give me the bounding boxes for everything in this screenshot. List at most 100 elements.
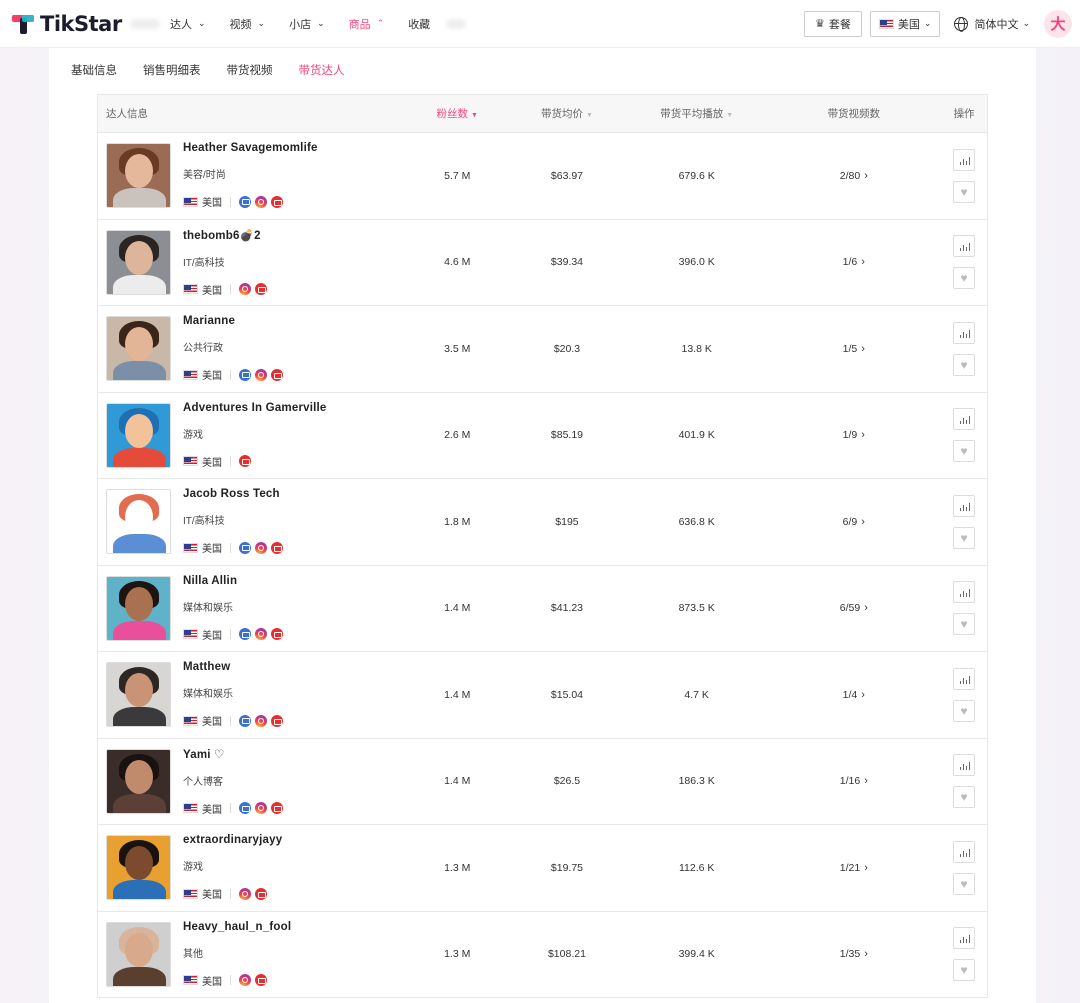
video-count[interactable]: 6/9 › xyxy=(767,516,942,528)
creators-card: 达人信息 粉丝数 ▼ 带货均价 ▼ 带货平均播放 ▼ 带货视频数 操作 Heather… xyxy=(49,92,1036,1003)
chart-icon xyxy=(959,155,971,165)
video-count[interactable]: 6/59 › xyxy=(767,602,942,614)
video-count[interactable]: 1/9 › xyxy=(767,429,942,441)
header-plays-sort[interactable]: 带货平均播放 ▼ xyxy=(627,106,767,121)
favorite-button[interactable]: ♥ xyxy=(953,872,976,895)
favorite-button[interactable]: ♥ xyxy=(953,440,976,463)
analytics-button[interactable] xyxy=(953,235,976,258)
video-count[interactable]: 1/21 › xyxy=(767,862,942,874)
nav-item-1[interactable]: 视频 ⌄ xyxy=(230,16,266,32)
youtube-icon[interactable] xyxy=(271,195,283,208)
creator-name[interactable]: Jacob Ross Tech xyxy=(183,488,287,500)
creator-avatar[interactable] xyxy=(106,835,171,901)
nav-item-0[interactable]: 达人 ⌄ xyxy=(170,16,206,32)
instagram-icon[interactable] xyxy=(255,368,267,381)
language-select[interactable]: 简体中文 ⌄ xyxy=(954,16,1030,32)
analytics-button[interactable] xyxy=(953,927,976,950)
favorite-button[interactable]: ♥ xyxy=(953,613,976,636)
region-select[interactable]: 美国 ⌄ xyxy=(869,10,941,37)
creator-avatar[interactable] xyxy=(106,748,171,814)
creator-avatar[interactable] xyxy=(106,662,171,728)
video-count[interactable]: 1/6 › xyxy=(767,256,942,268)
subtab-2[interactable]: 带货视频 xyxy=(227,62,273,78)
creator-avatar[interactable] xyxy=(106,316,171,382)
video-count-value: 1/5 xyxy=(842,342,858,355)
creator-name[interactable]: Yami ♡ xyxy=(183,747,287,761)
nav-item-label: 视频 xyxy=(229,18,252,31)
email-icon[interactable] xyxy=(239,628,251,641)
creator-avatar[interactable] xyxy=(106,489,171,555)
nav-item-3[interactable]: 商品 ⌃ xyxy=(349,16,385,32)
analytics-button[interactable] xyxy=(953,494,976,517)
instagram-icon[interactable] xyxy=(239,974,251,987)
favorite-button[interactable]: ♥ xyxy=(953,959,976,982)
creator-avatar[interactable] xyxy=(106,143,171,209)
creator-name[interactable]: Heather Savagemomlife xyxy=(183,142,318,154)
email-icon[interactable] xyxy=(239,368,251,381)
creator-country-socials: 美国 xyxy=(183,367,287,382)
creator-avatar[interactable] xyxy=(106,921,171,987)
video-count[interactable]: 1/4 › xyxy=(767,689,942,701)
plan-button[interactable]: ♛ 套餐 xyxy=(804,10,862,37)
analytics-button[interactable] xyxy=(953,840,976,863)
youtube-icon[interactable] xyxy=(255,887,267,900)
youtube-icon[interactable] xyxy=(271,628,283,641)
heart-icon: ♥ xyxy=(960,357,968,372)
youtube-icon[interactable] xyxy=(271,368,283,381)
creator-name[interactable]: Nilla Allin xyxy=(183,575,287,587)
youtube-icon[interactable] xyxy=(239,455,251,468)
email-icon[interactable] xyxy=(239,714,251,727)
header-price-sort[interactable]: 带货均价 ▼ xyxy=(507,106,627,121)
favorite-button[interactable]: ♥ xyxy=(953,526,976,549)
favorite-button[interactable]: ♥ xyxy=(953,786,976,809)
video-count[interactable]: 1/5 › xyxy=(767,343,942,355)
nav-item-4[interactable]: 收藏 xyxy=(408,16,430,32)
instagram-icon[interactable] xyxy=(255,628,267,641)
youtube-icon[interactable] xyxy=(255,283,267,296)
email-icon[interactable] xyxy=(239,195,251,208)
youtube-icon[interactable] xyxy=(255,974,267,987)
creator-name[interactable]: extraordinaryjayy xyxy=(183,834,282,846)
analytics-button[interactable] xyxy=(953,581,976,604)
favorite-button[interactable]: ♥ xyxy=(953,699,976,722)
instagram-icon[interactable] xyxy=(255,802,267,815)
creator-name[interactable]: Matthew xyxy=(183,661,287,673)
video-count[interactable]: 1/35 › xyxy=(767,948,942,960)
creator-name[interactable]: Marianne xyxy=(183,315,287,327)
email-icon[interactable] xyxy=(239,541,251,554)
youtube-icon[interactable] xyxy=(271,541,283,554)
subtab-3[interactable]: 带货达人 xyxy=(299,62,345,78)
creator-avatar[interactable] xyxy=(106,575,171,641)
subtab-0[interactable]: 基础信息 xyxy=(71,62,117,78)
video-count[interactable]: 1/16 › xyxy=(767,775,942,787)
youtube-icon[interactable] xyxy=(271,802,283,815)
video-count[interactable]: 2/80 › xyxy=(767,170,942,182)
creator-avatar[interactable] xyxy=(106,229,171,295)
creator-name[interactable]: thebomb6💣2 xyxy=(183,228,271,242)
instagram-icon[interactable] xyxy=(239,887,251,900)
subtab-1[interactable]: 销售明细表 xyxy=(143,62,201,78)
favorite-button[interactable]: ♥ xyxy=(953,267,976,290)
youtube-icon[interactable] xyxy=(271,714,283,727)
analytics-button[interactable] xyxy=(953,408,976,431)
blurred-text xyxy=(446,18,467,29)
user-avatar[interactable]: 大 xyxy=(1044,9,1072,38)
creator-info: Marianne 公共行政 美国 xyxy=(98,315,407,382)
instagram-icon[interactable] xyxy=(239,283,251,296)
analytics-button[interactable] xyxy=(953,148,976,171)
instagram-icon[interactable] xyxy=(255,714,267,727)
analytics-button[interactable] xyxy=(953,754,976,777)
nav-item-2[interactable]: 小店 ⌄ xyxy=(289,16,325,32)
instagram-icon[interactable] xyxy=(255,541,267,554)
creator-name[interactable]: Heavy_haul_n_fool xyxy=(183,921,291,933)
header-fans-sort[interactable]: 粉丝数 ▼ xyxy=(407,106,507,121)
favorite-button[interactable]: ♥ xyxy=(953,353,976,376)
analytics-button[interactable] xyxy=(953,667,976,690)
instagram-icon[interactable] xyxy=(255,195,267,208)
analytics-button[interactable] xyxy=(953,321,976,344)
favorite-button[interactable]: ♥ xyxy=(953,180,976,203)
email-icon[interactable] xyxy=(239,802,251,815)
logo[interactable]: TikStar xyxy=(12,12,162,36)
creator-avatar[interactable] xyxy=(106,402,171,468)
creator-name[interactable]: Adventures In Gamerville xyxy=(183,402,327,414)
